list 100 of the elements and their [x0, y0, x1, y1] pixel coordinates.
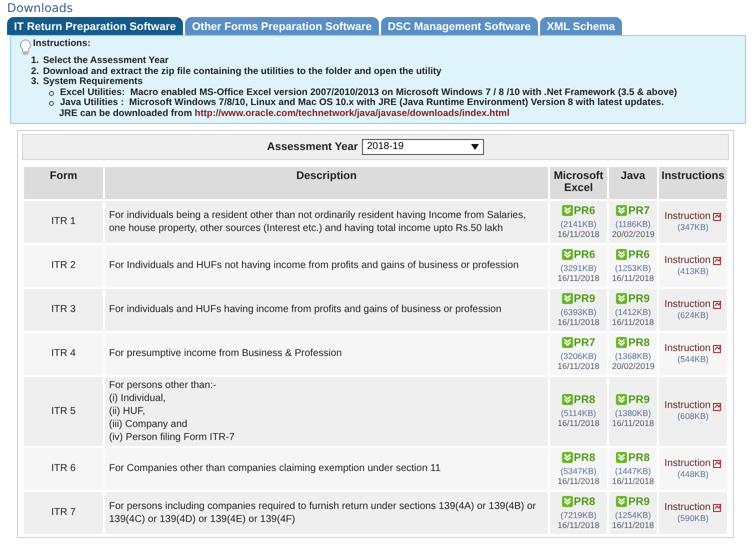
- release-date: 20/02/2019: [612, 228, 654, 239]
- column-header: Microsoft Excel: [550, 166, 607, 199]
- excel-download-link[interactable]: PR8: [562, 452, 596, 463]
- download-icon: [562, 496, 573, 507]
- java-download-link[interactable]: PR7: [616, 204, 650, 216]
- column-header: Java: [609, 166, 657, 199]
- tab[interactable]: IT Return Preparation Software: [7, 17, 183, 35]
- description-cell: For presumptive income from Business & Profession: [105, 332, 548, 375]
- column-header: Form: [24, 166, 103, 199]
- file-size: (624KB): [676, 310, 710, 320]
- download-icon: [562, 292, 573, 304]
- document-icon: [712, 212, 722, 222]
- excel-download-link[interactable]: PR6: [562, 248, 596, 260]
- instructions-title: Instructions:: [33, 39, 91, 50]
- download-icon: [562, 248, 573, 260]
- tab[interactable]: Other Forms Preparation Software: [184, 17, 379, 35]
- file-size: (1380KB): [614, 408, 652, 418]
- download-icon: [616, 394, 628, 406]
- instruction-link[interactable]: Instruction: [664, 344, 722, 354]
- release-date: 16/11/2018: [556, 316, 600, 327]
- description-cell: For persons other than:- (i) Individual, (ii) HUF, (iii) Company and (iv) Person filing Form ITR-7: [105, 376, 548, 446]
- description-cell: For persons including companies required to furnish return under sections 139(4A) or 139(4B) or 139(4C) or 139(4D) or 139(4E) or 139(4F): [105, 492, 548, 534]
- file-size: (3206KB): [560, 350, 598, 361]
- bullet-icon: [49, 101, 54, 106]
- release-date: 16/11/2018: [612, 272, 654, 283]
- download-icon: [616, 452, 628, 463]
- page-title: Downloads: [7, 1, 74, 15]
- file-size: (1412KB): [614, 306, 652, 317]
- requirement-text: Java Utilities : Microsoft Windows 7/8/10, Linux and Mac OS 10.x with JRE (Java Runtime Environment) Version 8 with latest updates.: [60, 98, 664, 109]
- download-icon: [616, 336, 628, 348]
- file-size: (3291KB): [560, 262, 598, 273]
- release-date: 16/11/2018: [612, 520, 654, 530]
- instruction-link[interactable]: Instruction: [664, 212, 722, 222]
- instruction-link[interactable]: Instruction: [664, 458, 722, 469]
- column-header: Instructions: [659, 166, 727, 199]
- instruction-link[interactable]: Instruction: [664, 401, 722, 412]
- excel-download-link[interactable]: PR6: [562, 204, 596, 216]
- file-size: (1253KB): [614, 262, 652, 273]
- download-icon: [616, 496, 628, 507]
- java-download-link[interactable]: PR6: [616, 248, 650, 260]
- description-cell: For individuals being a resident other than not ordinarily resident having Income from Salaries, one house property, other sources (Interest etc.) and having total income upto Rs.50 lakh: [105, 200, 548, 243]
- release-date: 16/11/2018: [612, 418, 654, 428]
- file-size: (347KB): [676, 222, 710, 232]
- step-number: 2.: [31, 66, 39, 77]
- document-icon: [712, 300, 722, 310]
- excel-download-link[interactable]: PR7: [562, 336, 596, 348]
- release-date: 16/11/2018: [612, 476, 654, 486]
- instruction-link[interactable]: Instruction: [664, 300, 722, 310]
- file-size: (544KB): [676, 354, 710, 364]
- form-cell: ITR 2: [24, 244, 103, 287]
- tab[interactable]: DSC Management Software: [380, 17, 538, 35]
- caret-icon: [470, 144, 479, 150]
- form-cell: ITR 3: [24, 288, 103, 331]
- lightbulb-icon: [19, 39, 32, 56]
- bullet-icon: [49, 90, 54, 96]
- release-date: 20/02/2019: [612, 360, 654, 371]
- document-icon: [712, 256, 722, 266]
- excel-download-link[interactable]: PR8: [562, 394, 596, 406]
- release-date: 16/11/2018: [556, 272, 600, 283]
- java-download-link[interactable]: PR8: [616, 336, 650, 348]
- document-icon: [712, 402, 722, 411]
- java-download-link[interactable]: PR9: [616, 292, 650, 304]
- java-download-link[interactable]: PR9: [616, 496, 650, 507]
- file-size: (2141KB): [560, 218, 598, 229]
- form-cell: ITR 7: [24, 492, 103, 534]
- instruction-link[interactable]: Instruction: [664, 502, 722, 513]
- file-size: (413KB): [676, 266, 710, 276]
- file-size: (608KB): [676, 411, 710, 422]
- release-date: 16/11/2018: [556, 360, 600, 371]
- step-number: 3.: [31, 77, 39, 88]
- java-download-link[interactable]: PR8: [616, 452, 650, 463]
- java-download-link[interactable]: PR9: [616, 394, 650, 406]
- download-link[interactable]: http://www.oracle.com/technetwork/java/javase/downloads/index.html: [194, 108, 510, 119]
- step-number: 1.: [31, 56, 39, 67]
- form-cell: ITR 4: [24, 332, 103, 375]
- release-date: 16/11/2018: [612, 316, 654, 327]
- file-size: (1447KB): [614, 466, 652, 476]
- file-size: (1186KB): [614, 218, 652, 229]
- excel-download-link[interactable]: PR9: [562, 292, 596, 304]
- download-icon: [616, 248, 628, 260]
- form-cell: ITR 1: [24, 200, 103, 243]
- excel-download-link[interactable]: PR8: [562, 496, 596, 507]
- release-date: 16/11/2018: [556, 228, 600, 239]
- tab[interactable]: XML Schema: [540, 17, 622, 35]
- file-size: (1254KB): [614, 510, 652, 520]
- instruction-link[interactable]: Instruction: [664, 256, 722, 266]
- download-note: JRE can be downloaded from http://www.oracle.com/technetwork/java/javase/downloads/index.html: [58, 108, 510, 120]
- form-cell: ITR 6: [24, 448, 103, 490]
- assessment-year-dropdown[interactable]: 2018-19: [362, 138, 484, 155]
- file-size: (448KB): [676, 468, 710, 479]
- document-icon: [712, 459, 722, 468]
- file-size: (1368KB): [614, 350, 652, 361]
- file-size: (590KB): [676, 512, 710, 523]
- download-icon: [616, 292, 628, 304]
- file-size: (5114KB): [560, 408, 598, 418]
- step-text: System Requirements: [42, 77, 143, 88]
- file-size: (5347KB): [560, 466, 598, 476]
- file-size: (6393KB): [560, 306, 598, 317]
- download-icon: [616, 204, 628, 216]
- assessment-year-label: Assessment Year: [267, 140, 358, 153]
